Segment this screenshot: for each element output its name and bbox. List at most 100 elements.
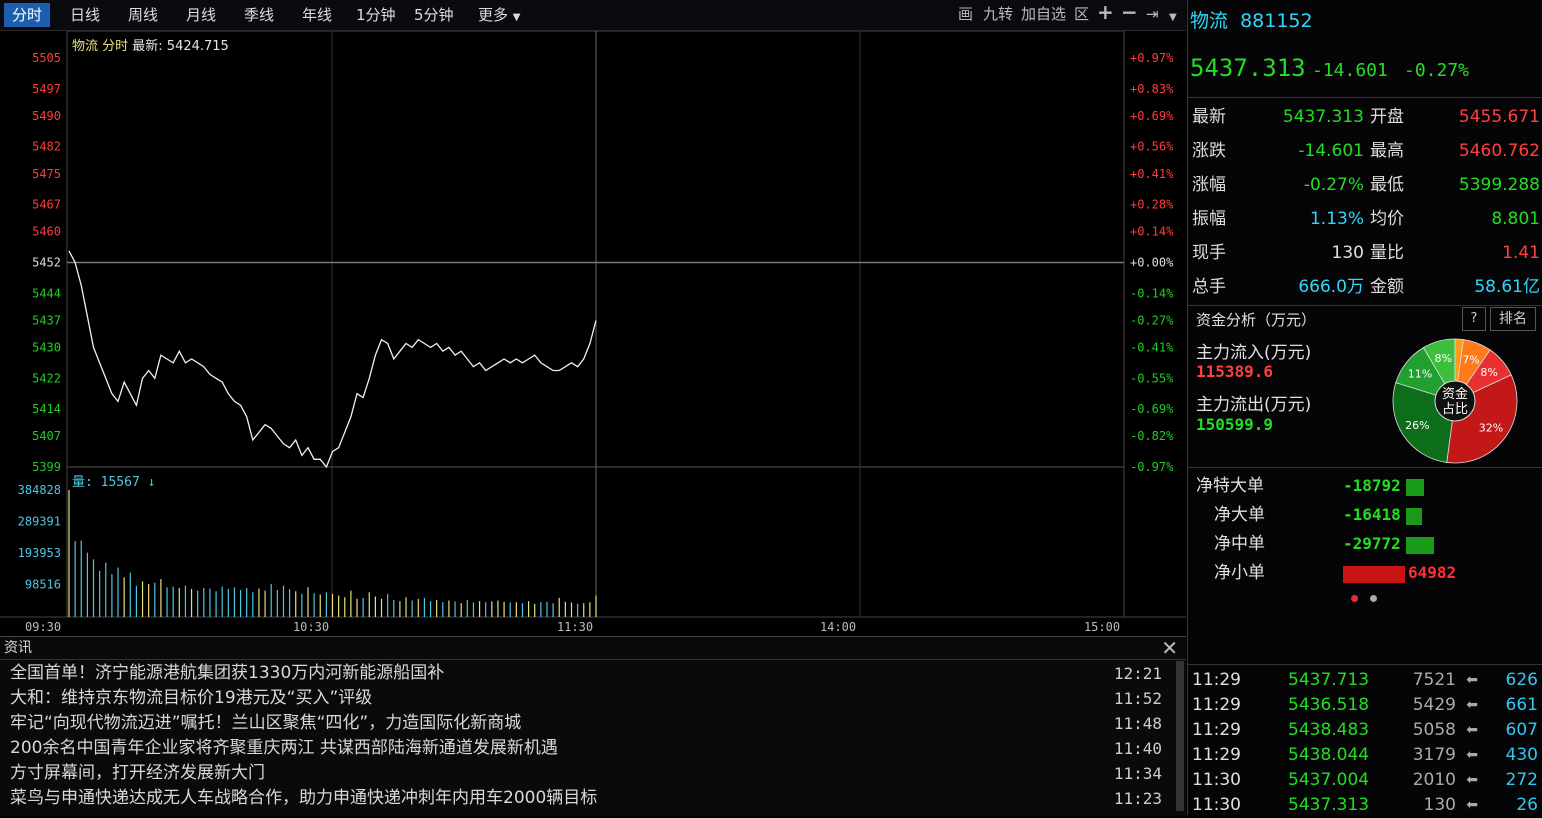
news-panel: 资讯 ✕ 全国首单！济宁能源港航集团获1330万内河新能源船国补 12:21 大和…: [0, 636, 1186, 816]
quote-value: 5460.762: [1458, 141, 1540, 161]
volume-tick-label: 98516: [25, 577, 61, 591]
trade-time: 11:29: [1192, 670, 1241, 690]
trade-count: 430: [1505, 745, 1538, 765]
news-item[interactable]: 菜鸟与申通快递达成无人车战略合作，助力申通快递冲刺年内用车2000辆目标 11:2…: [10, 786, 1162, 811]
trade-volume: 130: [1423, 795, 1456, 815]
news-item[interactable]: 全国首单！济宁能源港航集团获1330万内河新能源船国补 12:21: [10, 661, 1162, 686]
pie-slice-label: 11%: [1408, 367, 1432, 380]
tab-weekly[interactable]: 周线: [120, 3, 166, 27]
trade-row: 11:30 5437.313 130 ⬅ 26: [1192, 793, 1538, 818]
trade-volume: 7521: [1412, 670, 1456, 690]
quote-row: 涨幅 -0.27% 最低 5399.288: [1192, 170, 1540, 200]
trade-row: 11:29 5438.483 5058 ⬅ 607: [1192, 718, 1538, 743]
pct-tick-label: -0.97%: [1130, 460, 1174, 474]
zoom-out-icon[interactable]: −: [1121, 2, 1138, 22]
intraday-chart[interactable]: 5505 +0.97% 5497 +0.83% 5490 +0.69% 5482 +0.56%…: [0, 31, 1186, 635]
rank-button[interactable]: 排名: [1490, 307, 1536, 331]
time-tick-label: 15:00: [1084, 620, 1120, 634]
news-item-title: 菜鸟与申通快递达成无人车战略合作，助力申通快递冲刺年内用车2000辆目标: [10, 788, 598, 808]
news-scrollbar[interactable]: [1176, 661, 1184, 811]
close-icon[interactable]: ✕: [1161, 637, 1178, 659]
quote-label: 总手: [1192, 277, 1226, 297]
add-favorite-button[interactable]: 加自选: [1021, 4, 1066, 24]
news-item[interactable]: 200余名中国青年企业家将齐聚重庆两江 共谋西部陆海新通道发展新机遇 11:40: [10, 736, 1162, 761]
quote-value: 1.13%: [1309, 209, 1364, 229]
inflow-value: 115389.6: [1196, 362, 1274, 381]
draw-tool-button[interactable]: 画: [958, 4, 973, 24]
net-flow-row: 净中单 -29772: [1188, 530, 1542, 558]
quote-label: 涨幅: [1192, 175, 1226, 195]
trade-count: 272: [1505, 770, 1538, 790]
trade-time: 11:30: [1192, 770, 1241, 790]
region-button[interactable]: 区: [1074, 4, 1089, 24]
chart-canvas[interactable]: 5505 +0.97% 5497 +0.83% 5490 +0.69% 5482 +0.56%…: [0, 31, 1186, 635]
nine-turn-button[interactable]: 九转: [983, 4, 1013, 24]
trade-price: 5437.004: [1288, 770, 1370, 790]
trade-price: 5436.518: [1288, 695, 1370, 715]
pct-tick-label: -0.27%: [1130, 313, 1174, 327]
net-flow-value: -18792: [1343, 476, 1401, 495]
tab-daily[interactable]: 日线: [62, 3, 108, 27]
net-flow-bar: [1343, 566, 1405, 583]
volume-tick-label: 289391: [18, 515, 61, 529]
help-button[interactable]: ?: [1462, 307, 1486, 331]
trade-count: 626: [1505, 670, 1538, 690]
news-header: 资讯 ✕: [0, 637, 1186, 660]
trade-row: 11:29 5438.044 3179 ⬅ 430: [1192, 743, 1538, 768]
news-item[interactable]: 方寸屏幕间，打开经济发展新大门 11:34: [10, 761, 1162, 786]
quote-label: 开盘: [1370, 107, 1404, 127]
news-item[interactable]: 牢记“向现代物流迈进”嘱托！兰山区聚焦“四化”，力造国际化新商城 11:48: [10, 711, 1162, 736]
net-flow-label: 净中单: [1214, 534, 1265, 554]
tab-quarterly[interactable]: 季线: [236, 3, 282, 27]
page-dot[interactable]: [1370, 595, 1377, 602]
goto-end-icon[interactable]: ⇥: [1146, 4, 1159, 24]
news-item-time: 12:21: [1113, 664, 1162, 683]
trade-price: 5437.313: [1288, 795, 1370, 815]
trade-count: 26: [1516, 795, 1538, 815]
volume-title: 量: 15567 ↓: [72, 471, 155, 490]
net-flow-value: -16418: [1343, 505, 1401, 524]
news-item[interactable]: 大和：维持京东物流目标价19港元及“买入”评级 11:52: [10, 686, 1162, 711]
news-item-time: 11:52: [1113, 689, 1162, 708]
tab-1min[interactable]: 1分钟: [348, 3, 404, 27]
tab-5min[interactable]: 5分钟: [406, 3, 462, 27]
net-flow-value: -29772: [1343, 534, 1401, 553]
news-item-title: 200余名中国青年企业家将齐聚重庆两江 共谋西部陆海新通道发展新机遇: [10, 738, 558, 758]
pct-tick-label: +0.00%: [1130, 256, 1174, 270]
pct-tick-label: -0.41%: [1130, 340, 1174, 354]
net-flow-label: 净大单: [1214, 505, 1265, 525]
zoom-in-icon[interactable]: +: [1097, 2, 1114, 22]
price-tick-label: 5460: [32, 225, 61, 239]
price-tick-label: 5482: [32, 140, 61, 154]
arrow-left-icon: ⬅: [1466, 722, 1478, 738]
dropdown-icon[interactable]: ▼: [1169, 8, 1177, 28]
quote-value: 1.41: [1502, 243, 1540, 263]
tab-more[interactable]: 更多 ▼: [470, 3, 529, 27]
inflow-label: 主力流入(万元): [1196, 343, 1312, 363]
price-tick-label: 5437: [32, 313, 61, 327]
net-flow-bar: [1406, 479, 1424, 496]
tab-monthly[interactable]: 月线: [178, 3, 224, 27]
capital-pie-chart[interactable]: 7%8%32%26%11%8%资金占比: [1390, 336, 1520, 466]
news-item-title: 全国首单！济宁能源港航集团获1330万内河新能源船国补: [10, 663, 445, 683]
price-tick-label: 5497: [32, 82, 61, 96]
pct-tick-label: +0.14%: [1130, 225, 1174, 239]
pct-tick-label: +0.28%: [1130, 198, 1174, 212]
chart-title: 物流 分时 最新: 5424.715: [72, 35, 229, 54]
quote-label: 均价: [1370, 209, 1404, 229]
page-dot-active[interactable]: [1351, 595, 1358, 602]
trade-row: 11:29 5436.518 5429 ⬅ 661: [1192, 693, 1538, 718]
tab-yearly[interactable]: 年线: [294, 3, 340, 27]
pie-slice-label: 26%: [1405, 419, 1429, 432]
price-tick-label: 5475: [32, 167, 61, 181]
trade-price: 5438.044: [1288, 745, 1370, 765]
quote-label: 金额: [1370, 277, 1404, 297]
pct-tick-label: +0.69%: [1130, 109, 1174, 123]
price-tick-label: 5490: [32, 109, 61, 123]
net-flow-bar: [1406, 508, 1422, 525]
more-label: 更多: [478, 6, 509, 24]
arrow-left-icon: ⬅: [1466, 747, 1478, 763]
pie-slice-label: 8%: [1434, 352, 1451, 365]
trade-ticks: 11:29 5437.713 7521 ⬅ 626 11:29 5436.518 5429 ⬅ 6…: [1188, 668, 1542, 815]
tab-intraday[interactable]: 分时: [4, 3, 51, 27]
